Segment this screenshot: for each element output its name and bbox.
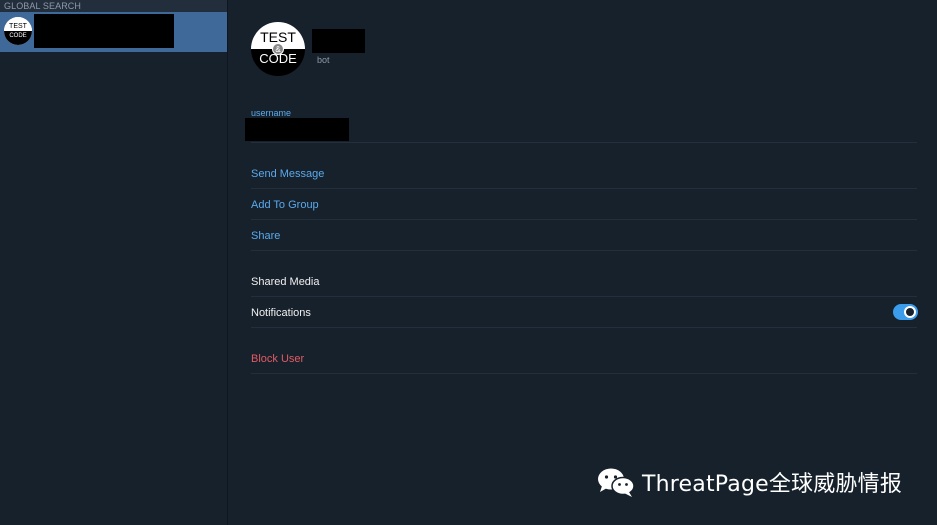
avatar-bottom-text: CODE xyxy=(4,31,32,45)
profile-avatar-amp: & xyxy=(272,43,284,55)
divider xyxy=(251,188,917,189)
notifications-label: Notifications xyxy=(251,307,311,319)
divider xyxy=(251,373,917,374)
sidebar: GLOBAL SEARCH TEST CODE xyxy=(0,0,228,525)
divider xyxy=(251,327,917,328)
add-to-group-button[interactable]: Add To Group xyxy=(251,199,319,211)
watermark: ThreatPage全球威胁情报 xyxy=(596,465,902,499)
profile-panel: TEST CODE & bot username Send Message Ad… xyxy=(229,0,937,525)
search-result-item[interactable]: TEST CODE xyxy=(0,12,227,52)
divider xyxy=(251,296,917,297)
watermark-text: ThreatPage全球威胁情报 xyxy=(642,472,903,497)
block-user-button[interactable]: Block User xyxy=(251,353,304,365)
username-label: username xyxy=(251,108,292,118)
redacted-name xyxy=(34,14,174,48)
notifications-toggle[interactable] xyxy=(893,304,918,320)
divider xyxy=(251,219,917,220)
profile-subtitle: bot xyxy=(317,55,330,65)
redacted-username xyxy=(245,118,349,141)
divider xyxy=(251,250,917,251)
avatar-top-text: TEST xyxy=(4,17,32,31)
global-search-header: GLOBAL SEARCH xyxy=(0,0,227,12)
redacted-profile-name xyxy=(312,29,365,53)
divider xyxy=(251,142,917,143)
send-message-button[interactable]: Send Message xyxy=(251,168,324,180)
share-button[interactable]: Share xyxy=(251,230,280,242)
toggle-knob xyxy=(904,306,916,318)
wechat-icon xyxy=(598,468,635,497)
avatar: TEST CODE xyxy=(4,17,32,45)
shared-media-item[interactable]: Shared Media xyxy=(251,276,320,288)
profile-avatar[interactable]: TEST CODE & xyxy=(251,22,305,76)
